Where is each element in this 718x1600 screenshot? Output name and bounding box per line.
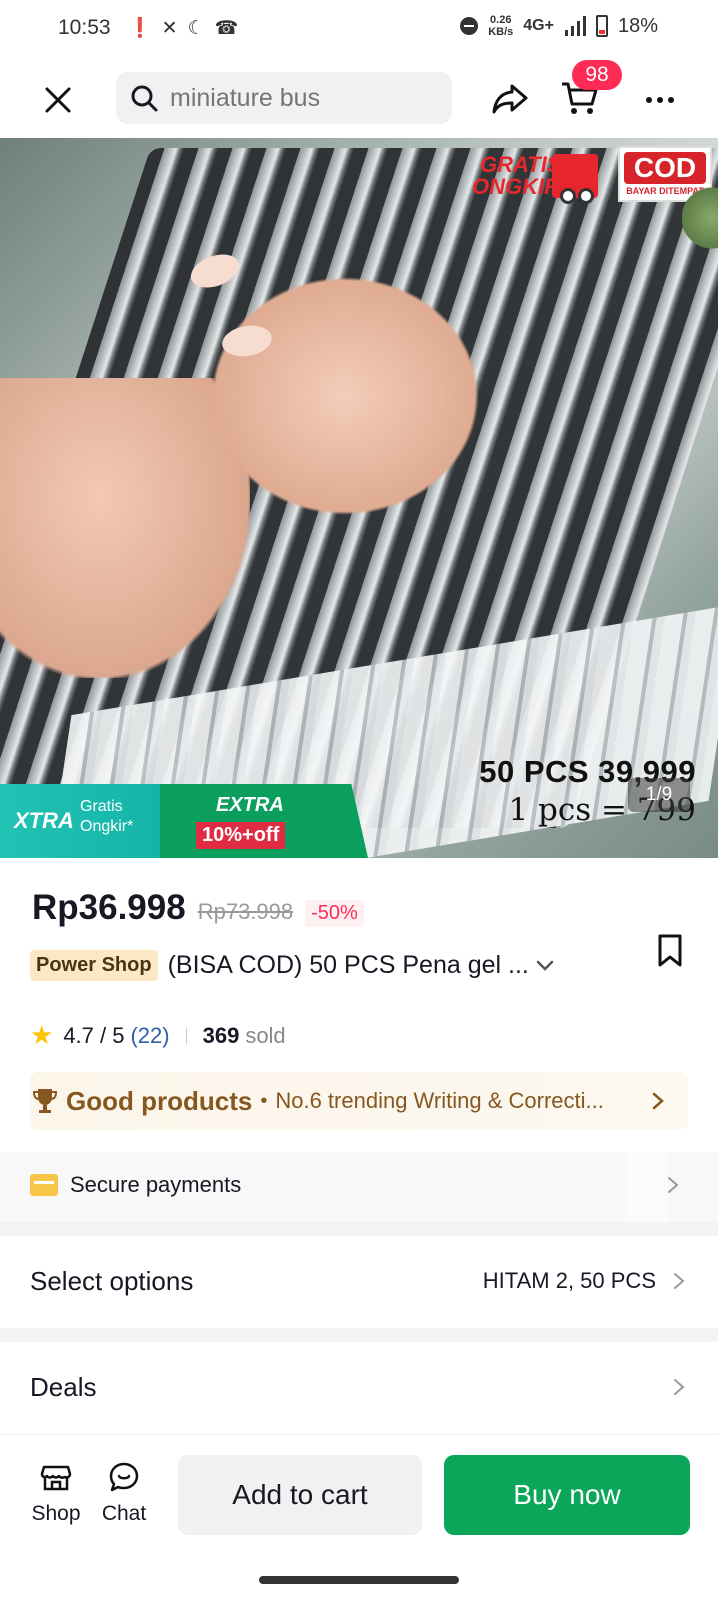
cod-text: COD	[624, 152, 706, 184]
status-time: 10:53	[58, 16, 111, 39]
trending-text: No.6 trending Writing & Correcti...	[275, 1088, 604, 1113]
more-dot	[646, 97, 652, 103]
chevron-right-icon	[674, 1273, 685, 1289]
buy-now-button[interactable]: Buy now	[444, 1455, 690, 1535]
power-shop-tag: Power Shop	[30, 950, 158, 981]
extra-off-label: 10%+off	[196, 822, 286, 849]
more-dot	[668, 97, 674, 103]
net-speed: 0.26 KB/s	[488, 14, 513, 38]
net-speed-value: 0.26	[490, 14, 512, 26]
truck-icon	[552, 154, 598, 204]
search-bar[interactable]	[116, 72, 452, 124]
battery-icon	[595, 15, 608, 37]
chevron-right-icon	[674, 1379, 685, 1395]
more-dot	[657, 97, 663, 103]
net-speed-unit: KB/s	[488, 26, 514, 38]
original-price: Rp73.998	[197, 899, 294, 924]
chevron-down-icon[interactable]	[535, 956, 555, 976]
extra-discount: EXTRA 10%+off	[160, 784, 368, 858]
xtra-label: XTRA	[14, 808, 74, 833]
section-divider	[0, 1328, 718, 1342]
more-options-button[interactable]	[640, 78, 680, 122]
rating-value: 4.7 / 5	[63, 1022, 125, 1048]
search-input[interactable]	[170, 83, 420, 113]
network-type: 4G+	[523, 17, 554, 34]
section-divider	[0, 1222, 718, 1236]
close-button[interactable]	[38, 80, 78, 120]
image-counter: 1/9	[628, 778, 690, 812]
cart-count-badge: 98	[572, 60, 622, 90]
gratis-ongkir-badge: GRATIS ONGKIR	[468, 146, 600, 212]
deals-row[interactable]: Deals	[0, 1342, 718, 1434]
moon-icon: ☾	[187, 17, 205, 39]
deals-label: Deals	[30, 1372, 97, 1402]
battery-percent: 18%	[617, 14, 658, 37]
trophy-icon	[32, 1089, 58, 1113]
secure-payments-label: Secure payments	[70, 1172, 242, 1197]
close-icon	[45, 87, 71, 113]
shop-button[interactable]: Shop	[24, 1461, 88, 1526]
select-options-row[interactable]: Select options HITAM 2, 50 PCS	[0, 1236, 718, 1328]
status-notification-icons: ❗ ✕ ☾ ☎	[128, 16, 238, 40]
good-products-label: Good products	[66, 1085, 253, 1116]
do-not-disturb-icon	[460, 17, 479, 35]
top-nav: 98	[0, 60, 718, 138]
status-system-icons: 0.26 KB/s 4G+ 18%	[460, 14, 658, 38]
xtra-promo-banner: XTRA Gratis Ongkir* EXTRA 10%+off	[0, 784, 368, 858]
whatsapp-icon: ☎	[214, 17, 239, 39]
review-count[interactable]: (22)	[130, 1023, 169, 1049]
extra-label: EXTRA	[216, 794, 284, 816]
divider	[185, 1027, 187, 1044]
promo-ongkir-label: Ongkir*	[80, 818, 134, 835]
product-title-row[interactable]: Power Shop (BISA COD) 50 PCS Pena gel ..…	[30, 950, 610, 981]
share-icon	[492, 84, 528, 114]
bottom-action-bar: Shop Chat Add to cart Buy now	[0, 1434, 718, 1548]
product-photo-hand-fingers	[210, 276, 480, 516]
product-image-carousel[interactable]: GRATIS ONGKIR COD BAYAR DITEMPAT XTRA Gr…	[0, 138, 718, 858]
share-button[interactable]	[490, 78, 534, 122]
chevron-right-icon	[653, 1092, 665, 1110]
product-title: (BISA COD) 50 PCS Pena gel ...	[167, 951, 529, 979]
current-price: Rp36.998	[32, 888, 186, 927]
sold-label: sold	[245, 1022, 286, 1048]
chevron-right-icon	[668, 1177, 679, 1193]
ongkir-text: ONGKIR	[472, 174, 560, 199]
secure-payments-row[interactable]: Secure payments	[0, 1152, 718, 1222]
x-app-icon: ✕	[161, 17, 178, 39]
store-icon	[40, 1465, 72, 1491]
chat-button[interactable]: Chat	[92, 1461, 156, 1526]
star-icon: ★	[30, 1020, 54, 1050]
bullet-separator: •	[260, 1089, 268, 1112]
shop-label: Shop	[31, 1502, 81, 1525]
selected-option-value: HITAM 2, 50 PCS	[482, 1268, 656, 1293]
price-row: Rp36.998 Rp73.998 -50%	[32, 888, 364, 928]
divider	[626, 1152, 668, 1222]
alert-icon: ❗	[128, 18, 152, 39]
select-options-label: Select options	[30, 1266, 194, 1296]
discount-badge: -50%	[305, 900, 364, 927]
add-to-cart-button[interactable]: Add to cart	[178, 1455, 422, 1535]
chat-label: Chat	[101, 1502, 147, 1525]
status-bar: 10:53 ❗ ✕ ☾ ☎ 0.26 KB/s 4G+ 18%	[0, 0, 718, 60]
signal-icon	[564, 16, 586, 36]
payment-card-icon	[30, 1174, 58, 1196]
chat-icon	[109, 1462, 139, 1492]
bookmark-icon[interactable]	[656, 934, 684, 968]
xtra-gratis-ongkir: XTRA Gratis Ongkir*	[0, 784, 170, 858]
home-indicator[interactable]	[259, 1576, 459, 1584]
promo-gratis-label: Gratis	[80, 798, 123, 815]
good-products-banner[interactable]: Good products • No.6 trending Writing & …	[30, 1072, 688, 1130]
rating-row[interactable]: ★ 4.7 / 5 (22) 369 sold	[30, 1020, 286, 1051]
search-icon	[131, 85, 158, 112]
sold-count: 369	[202, 1022, 240, 1048]
